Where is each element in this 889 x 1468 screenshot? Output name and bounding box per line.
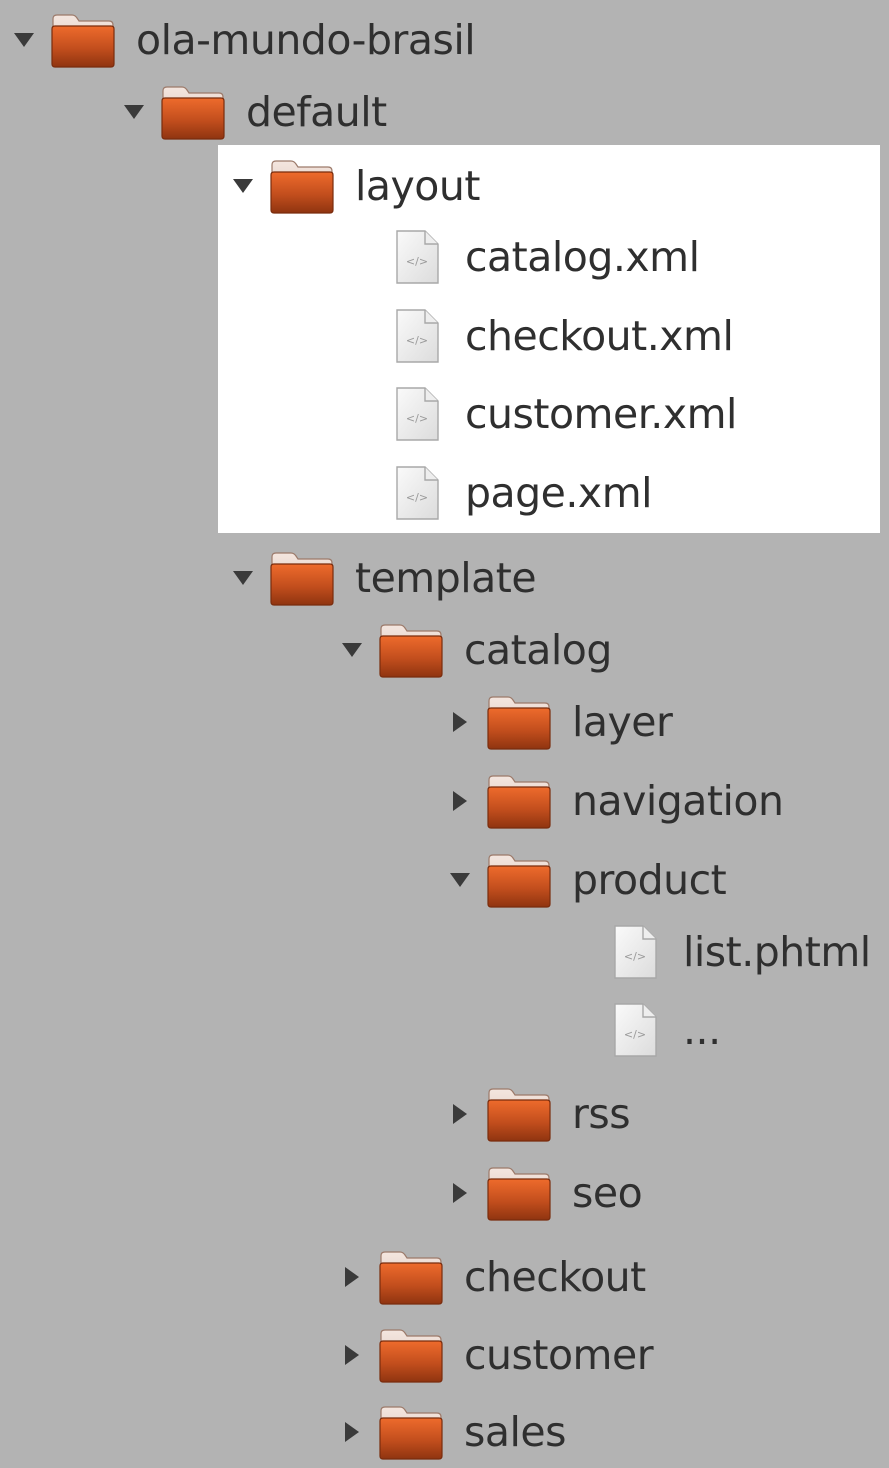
tree-node-layer[interactable]: layer (448, 686, 673, 758)
tree-node-label: customer (464, 1330, 654, 1379)
triangle-right-icon[interactable] (448, 789, 472, 813)
folder-icon (269, 157, 335, 215)
folder-icon (486, 1085, 552, 1143)
folder-icon (50, 11, 116, 69)
folder-icon (378, 621, 444, 679)
file-label: list.phtml (683, 927, 871, 976)
folder-icon (486, 693, 552, 751)
code-file-icon (393, 307, 441, 365)
folder-icon (378, 1326, 444, 1384)
tree-node-label: layer (572, 697, 673, 746)
file-label: customer.xml (465, 389, 737, 438)
triangle-down-icon[interactable] (122, 100, 146, 124)
code-file-icon (611, 923, 659, 981)
folder-icon (378, 1248, 444, 1306)
folder-icon (486, 1164, 552, 1222)
tree-node-label: seo (572, 1168, 643, 1217)
tree-file-ellipsis[interactable]: ... (611, 994, 721, 1066)
tree-node-seo[interactable]: seo (448, 1157, 643, 1229)
tree-node-label: template (355, 553, 537, 602)
folder-icon (486, 772, 552, 830)
triangle-down-icon[interactable] (231, 566, 255, 590)
tree-file-page-xml[interactable]: page.xml (393, 457, 653, 529)
tree-node-label: default (246, 87, 387, 136)
folder-icon (378, 1403, 444, 1461)
tree-node-label: product (572, 855, 727, 904)
triangle-right-icon[interactable] (448, 1181, 472, 1205)
file-label: page.xml (465, 468, 653, 517)
code-file-icon (611, 1001, 659, 1059)
triangle-right-icon[interactable] (340, 1265, 364, 1289)
tree-node-label: navigation (572, 776, 784, 825)
folder-icon (486, 851, 552, 909)
file-label: catalog.xml (465, 232, 700, 281)
triangle-down-icon[interactable] (231, 174, 255, 198)
tree-node-product[interactable]: product (448, 844, 727, 916)
tree-node-layout[interactable]: layout (231, 150, 480, 222)
file-label: ... (683, 1005, 721, 1054)
tree-file-checkout-xml[interactable]: checkout.xml (393, 300, 734, 372)
tree-node-template[interactable]: template (231, 542, 537, 614)
tree-node-label: sales (464, 1407, 566, 1456)
tree-node-rss[interactable]: rss (448, 1078, 631, 1150)
tree-file-list-phtml[interactable]: list.phtml (611, 916, 871, 988)
code-file-icon (393, 385, 441, 443)
code-file-icon (393, 228, 441, 286)
tree-node-default[interactable]: default (122, 76, 387, 148)
triangle-down-icon[interactable] (448, 868, 472, 892)
tree-node-label: ola-mundo-brasil (136, 15, 476, 64)
tree-node-sales[interactable]: sales (340, 1396, 566, 1468)
triangle-right-icon[interactable] (448, 1102, 472, 1126)
tree-node-label: layout (355, 161, 480, 210)
triangle-right-icon[interactable] (448, 710, 472, 734)
folder-icon (269, 549, 335, 607)
tree-node-label: checkout (464, 1252, 646, 1301)
triangle-down-icon[interactable] (340, 638, 364, 662)
tree-node-checkout[interactable]: checkout (340, 1241, 646, 1313)
triangle-right-icon[interactable] (340, 1420, 364, 1444)
tree-node-ola-mundo-brasil[interactable]: ola-mundo-brasil (12, 4, 476, 76)
tree-file-catalog-xml[interactable]: catalog.xml (393, 221, 700, 293)
tree-node-catalog[interactable]: catalog (340, 614, 612, 686)
triangle-right-icon[interactable] (340, 1343, 364, 1367)
tree-node-label: rss (572, 1089, 631, 1138)
code-file-icon (393, 464, 441, 522)
tree-file-customer-xml[interactable]: customer.xml (393, 378, 737, 450)
folder-icon (160, 83, 226, 141)
file-label: checkout.xml (465, 311, 734, 360)
tree-node-label: catalog (464, 625, 612, 674)
tree-node-navigation[interactable]: navigation (448, 765, 784, 837)
triangle-down-icon[interactable] (12, 28, 36, 52)
tree-node-customer[interactable]: customer (340, 1319, 654, 1391)
